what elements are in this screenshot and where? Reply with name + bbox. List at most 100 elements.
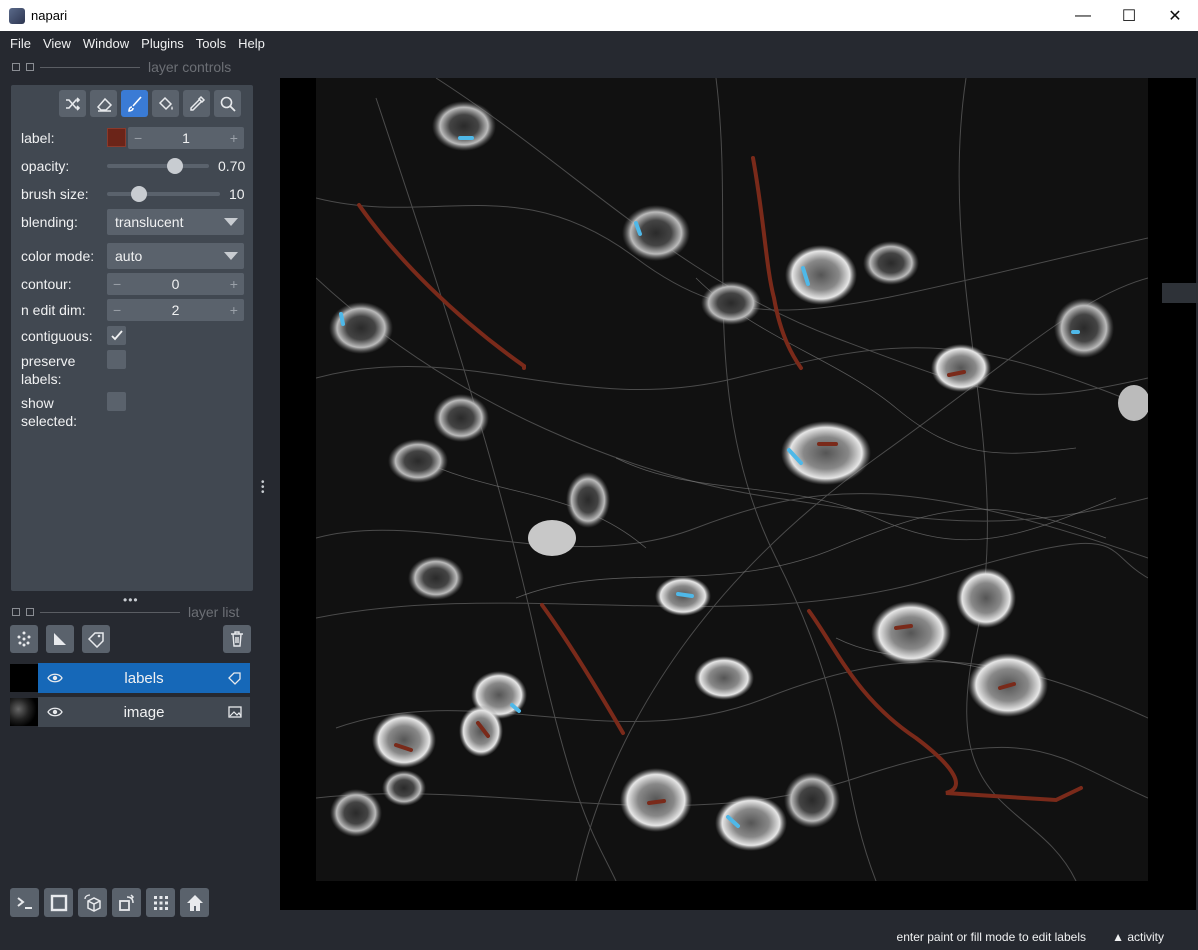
shapes-icon bbox=[54, 633, 66, 645]
contour-increment[interactable]: + bbox=[230, 276, 238, 292]
n-edit-dim-value: 2 bbox=[171, 302, 180, 318]
opacity-slider-handle[interactable] bbox=[167, 158, 183, 174]
menu-file[interactable]: File bbox=[4, 36, 37, 51]
grid-view-button[interactable] bbox=[146, 888, 175, 917]
layer-controls-header: layer controls bbox=[12, 59, 252, 75]
opacity-value[interactable]: 0.70 bbox=[218, 158, 245, 174]
layer-name[interactable]: labels bbox=[124, 670, 163, 687]
neuron-image bbox=[316, 78, 1148, 881]
contour-decrement[interactable]: − bbox=[113, 276, 121, 292]
dock-float-icon[interactable] bbox=[12, 608, 20, 616]
dock-close-icon[interactable] bbox=[26, 63, 34, 71]
contiguous-label: contiguous: bbox=[21, 328, 93, 344]
home-icon bbox=[186, 894, 203, 911]
opacity-slider[interactable] bbox=[107, 158, 209, 174]
new-points-button[interactable] bbox=[10, 625, 38, 653]
zoom-icon bbox=[220, 96, 236, 112]
minimize-icon: — bbox=[1075, 6, 1091, 24]
label-increment[interactable]: + bbox=[230, 130, 238, 146]
roll-cube-icon bbox=[83, 893, 101, 912]
layer-list-title: layer list bbox=[188, 604, 240, 620]
layer-thumbnail bbox=[10, 664, 38, 692]
color-mode-dropdown[interactable]: auto bbox=[107, 243, 244, 269]
eye-icon[interactable] bbox=[47, 705, 63, 719]
pick-color-button[interactable] bbox=[183, 90, 210, 117]
menu-window[interactable]: Window bbox=[77, 36, 135, 51]
console-button[interactable] bbox=[10, 888, 39, 917]
label-tag-icon bbox=[87, 632, 104, 648]
n-edit-dim-label: n edit dim: bbox=[21, 302, 86, 318]
layer-row-labels[interactable]: labels bbox=[10, 663, 250, 693]
brush-size-value[interactable]: 10 bbox=[229, 186, 245, 202]
brush-size-slider[interactable] bbox=[107, 186, 220, 202]
label-decrement[interactable]: − bbox=[134, 130, 142, 146]
show-selected-label: show selected: bbox=[21, 395, 78, 429]
delete-layer-button[interactable] bbox=[223, 625, 251, 653]
activity-button[interactable]: ▲ activity bbox=[1112, 930, 1164, 944]
erase-button[interactable] bbox=[90, 90, 117, 117]
layer-name[interactable]: image bbox=[124, 704, 165, 721]
menu-plugins[interactable]: Plugins bbox=[135, 36, 190, 51]
layer-controls-panel: label: − 1 + opacity: 0.70 brush size: 1… bbox=[11, 85, 253, 591]
new-shapes-button[interactable] bbox=[46, 625, 74, 653]
shuffle-icon bbox=[65, 96, 80, 111]
microscopy-image[interactable] bbox=[316, 78, 1148, 881]
menu-tools[interactable]: Tools bbox=[190, 36, 232, 51]
layer-list-header: layer list bbox=[12, 604, 252, 620]
dock-splitter-handle[interactable]: • • • bbox=[261, 478, 265, 498]
n-edit-dim-decrement[interactable]: − bbox=[113, 302, 121, 318]
home-button[interactable] bbox=[180, 888, 209, 917]
minimize-button[interactable]: — bbox=[1060, 0, 1106, 31]
transpose-icon bbox=[118, 893, 134, 911]
layer-thumbnail bbox=[10, 698, 38, 726]
label-tools bbox=[59, 90, 241, 117]
fill-bucket-icon bbox=[158, 96, 173, 110]
dock-close-icon[interactable] bbox=[26, 608, 34, 616]
n-edit-dim-increment[interactable]: + bbox=[230, 302, 238, 318]
fill-button[interactable] bbox=[152, 90, 179, 117]
show-selected-checkbox[interactable] bbox=[107, 392, 126, 411]
image-icon bbox=[228, 706, 242, 718]
contiguous-checkbox[interactable] bbox=[107, 326, 126, 345]
paint-brush-icon bbox=[127, 95, 142, 112]
layer-row-image[interactable]: image bbox=[10, 697, 250, 727]
grid-icon bbox=[153, 895, 168, 910]
label-value: 1 bbox=[182, 130, 190, 146]
menu-help[interactable]: Help bbox=[232, 36, 271, 51]
status-message: enter paint or fill mode to edit labels bbox=[896, 930, 1086, 944]
pan-zoom-button[interactable] bbox=[214, 90, 241, 117]
chevron-down-icon bbox=[224, 252, 238, 260]
shuffle-colors-button[interactable] bbox=[59, 90, 86, 117]
close-button[interactable]: ✕ bbox=[1152, 0, 1198, 31]
checkmark-icon bbox=[110, 329, 123, 340]
eraser-icon bbox=[96, 97, 112, 112]
contour-label: contour: bbox=[21, 276, 72, 292]
label-tag-icon bbox=[228, 672, 241, 685]
console-icon bbox=[16, 896, 32, 909]
label-spinbox[interactable]: − 1 + bbox=[128, 127, 244, 149]
blending-value: translucent bbox=[115, 214, 184, 230]
close-icon: ✕ bbox=[1168, 7, 1182, 25]
label-color-swatch[interactable] bbox=[107, 128, 126, 147]
preserve-labels-checkbox[interactable] bbox=[107, 350, 126, 369]
brush-size-slider-handle[interactable] bbox=[131, 186, 147, 202]
color-picker-icon bbox=[189, 95, 205, 111]
brush-size-label: brush size: bbox=[21, 186, 89, 202]
contour-spinbox[interactable]: − 0 + bbox=[107, 273, 244, 295]
maximize-icon: ☐ bbox=[1121, 7, 1137, 25]
maximize-button[interactable]: ☐ bbox=[1106, 0, 1152, 31]
opacity-label: opacity: bbox=[21, 158, 70, 174]
eye-icon[interactable] bbox=[47, 671, 63, 685]
transpose-button[interactable] bbox=[112, 888, 141, 917]
layer-controls-title: layer controls bbox=[148, 59, 232, 75]
ndisplay-button[interactable] bbox=[44, 888, 73, 917]
new-labels-button[interactable] bbox=[82, 625, 110, 653]
roll-dims-button[interactable] bbox=[78, 888, 107, 917]
menu-view[interactable]: View bbox=[37, 36, 77, 51]
title-bar: napari — ☐ ✕ bbox=[0, 0, 1198, 31]
dock-float-icon[interactable] bbox=[12, 63, 20, 71]
n-edit-dim-spinbox[interactable]: − 2 + bbox=[107, 299, 244, 321]
paint-button[interactable] bbox=[121, 90, 148, 117]
side-dock-tab[interactable] bbox=[1162, 283, 1198, 303]
blending-dropdown[interactable]: translucent bbox=[107, 209, 244, 235]
